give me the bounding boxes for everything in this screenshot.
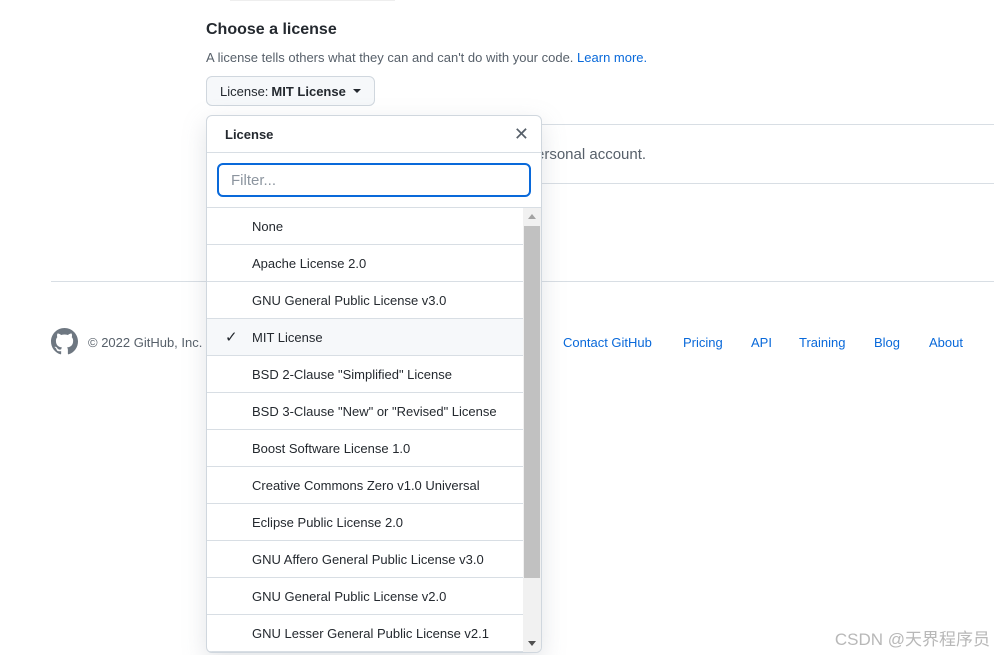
dropdown-header: License ✕: [207, 116, 541, 153]
footer-copyright: © 2022 GitHub, Inc.: [88, 335, 203, 350]
license-option[interactable]: GNU Lesser General Public License v2.1: [207, 615, 523, 652]
license-option-label: Eclipse Public License 2.0: [252, 514, 404, 530]
scrollbar-thumb[interactable]: [524, 226, 540, 578]
license-option-label: GNU General Public License v2.0: [252, 588, 447, 604]
footer-link-blog[interactable]: Blog: [874, 335, 900, 350]
footer-link-about[interactable]: About: [929, 335, 963, 350]
learn-more-link[interactable]: Learn more.: [577, 50, 647, 65]
filter-container: [207, 153, 541, 208]
license-value: MIT License: [271, 83, 346, 99]
check-icon: ✓: [225, 329, 238, 346]
license-option[interactable]: GNU General Public License v3.0: [207, 282, 523, 319]
scrollbar[interactable]: [523, 208, 541, 652]
description-text: A license tells others what they can and…: [206, 50, 574, 65]
license-option[interactable]: Boost Software License 1.0: [207, 430, 523, 467]
license-option[interactable]: GNU General Public License v2.0: [207, 578, 523, 615]
license-option[interactable]: BSD 2-Clause "Simplified" License: [207, 356, 523, 393]
license-option-label: BSD 2-Clause "Simplified" License: [252, 366, 452, 382]
scroll-down-icon[interactable]: [528, 641, 536, 646]
license-list: None Apache License 2.0 GNU General Public…: [207, 208, 523, 652]
footer-link-training[interactable]: Training: [799, 335, 845, 350]
license-option-label: MIT License: [252, 329, 323, 345]
section-description: A license tells others what they can and…: [206, 50, 647, 65]
watermark: CSDN @天界程序员: [834, 630, 990, 649]
license-option[interactable]: Eclipse Public License 2.0: [207, 504, 523, 541]
repo-owner-note: ersonal account.: [536, 146, 647, 163]
license-option-label: Creative Commons Zero v1.0 Universal: [252, 477, 480, 493]
license-option[interactable]: None: [207, 208, 523, 245]
license-select-button[interactable]: License: MIT License: [206, 76, 375, 106]
github-logo-icon[interactable]: [51, 328, 78, 355]
caret-down-icon: [352, 89, 361, 93]
license-option[interactable]: BSD 3-Clause "New" or "Revised" License: [207, 393, 523, 430]
license-option[interactable]: ✓ MIT License: [207, 319, 523, 356]
close-icon[interactable]: ✕: [514, 124, 529, 145]
license-option[interactable]: Creative Commons Zero v1.0 Universal: [207, 467, 523, 504]
footer-link-api[interactable]: API: [751, 335, 772, 350]
license-option-label: GNU General Public License v3.0: [252, 292, 447, 308]
license-option-label: Apache License 2.0: [252, 255, 367, 271]
divider: [541, 183, 994, 184]
license-option-label: BSD 3-Clause "New" or "Revised" License: [252, 403, 497, 419]
license-option[interactable]: GNU Affero General Public License v3.0: [207, 541, 523, 578]
dropdown-title: License: [225, 126, 274, 142]
section-title: Choose a license: [206, 21, 337, 38]
license-option-label: Boost Software License 1.0: [252, 440, 411, 456]
license-option-label: None: [252, 218, 284, 234]
license-dropdown: License ✕ None Apache License 2.0 GNU Gene…: [206, 115, 542, 653]
license-option-label: GNU Lesser General Public License v2.1: [252, 625, 490, 641]
filter-input[interactable]: [217, 163, 531, 197]
license-prefix: License:: [220, 83, 269, 99]
license-option[interactable]: Apache License 2.0: [207, 245, 523, 282]
divider: [541, 124, 994, 125]
footer-link-pricing[interactable]: Pricing: [683, 335, 723, 350]
footer-link-contact[interactable]: Contact GitHub: [563, 335, 652, 350]
scroll-up-icon[interactable]: [528, 214, 536, 219]
top-divider: [230, 0, 395, 1]
license-option-label: GNU Affero General Public License v3.0: [252, 551, 484, 567]
